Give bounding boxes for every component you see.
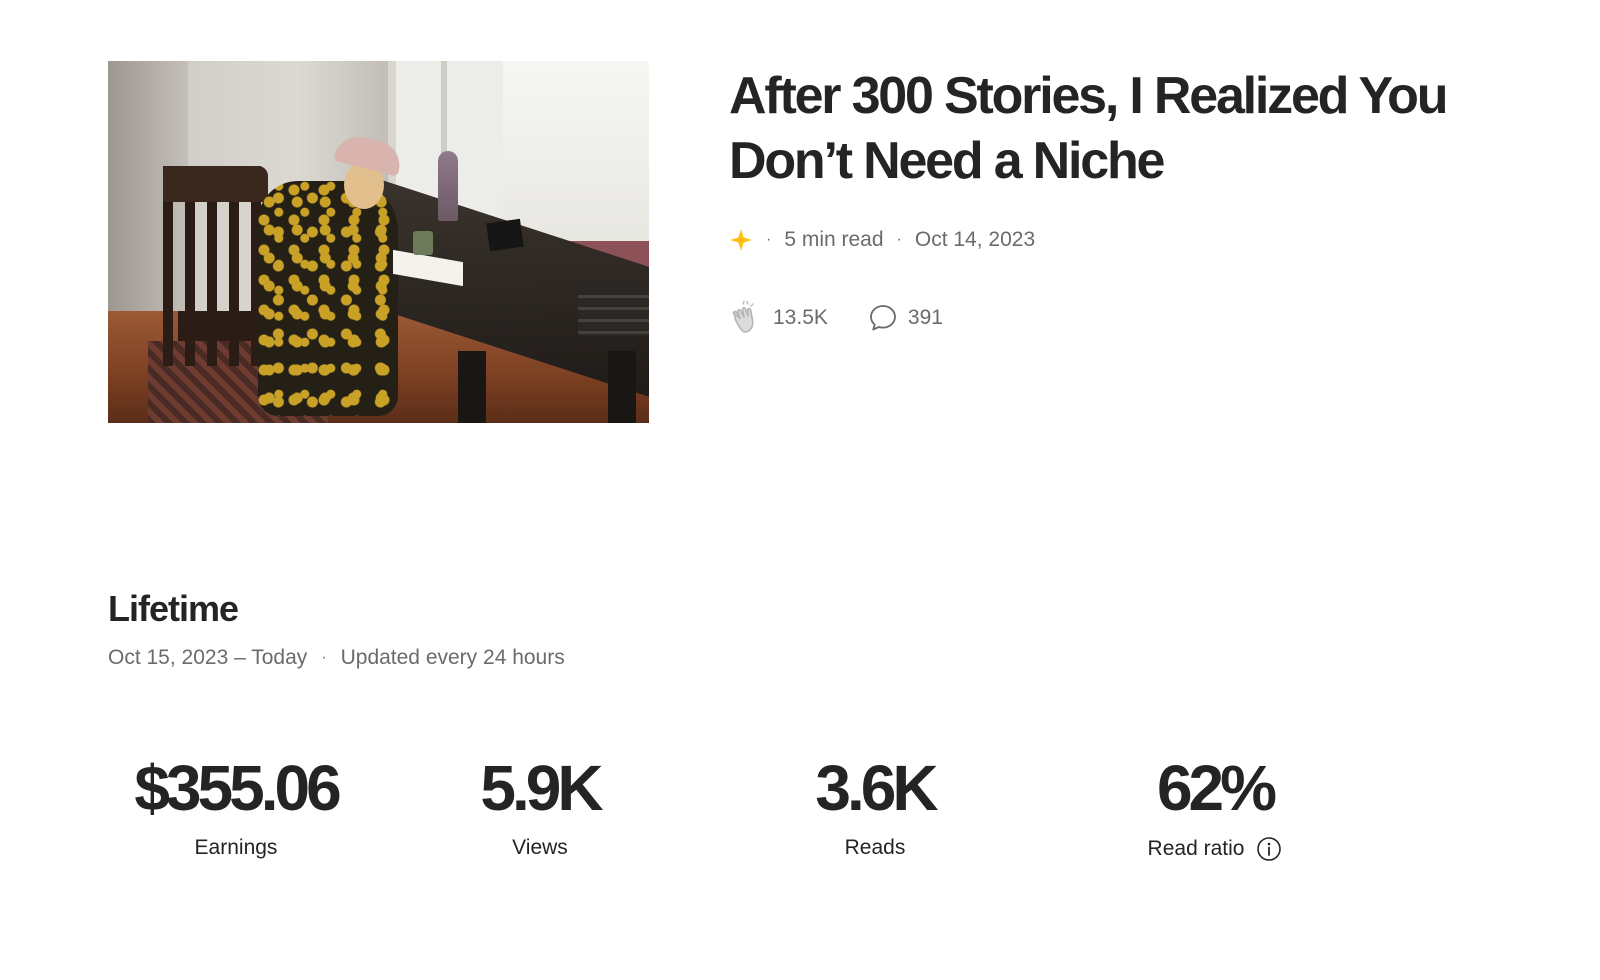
hero-window-bright: [503, 61, 649, 251]
hero-table-leg: [458, 351, 486, 423]
responses-button[interactable]: 391: [868, 303, 943, 333]
published-date: Oct 14, 2023: [914, 228, 1036, 251]
claps-count: 13.5K: [773, 306, 828, 329]
separator-dot: ·: [321, 649, 327, 666]
stat-read-ratio: 62% Read ratio: [1110, 752, 1320, 862]
claps-button[interactable]: 13.5K: [729, 300, 828, 336]
story-title[interactable]: After 300 Stories, I Realized You Don’t …: [729, 64, 1449, 194]
stat-label: Views: [440, 836, 640, 860]
hero-cup: [413, 231, 433, 255]
story-hero-image[interactable]: [108, 61, 649, 423]
story-meta: · 5 min read · Oct 14, 2023: [729, 226, 1035, 254]
info-icon[interactable]: [1256, 836, 1282, 862]
story-engagement: 13.5K 391: [729, 300, 943, 336]
stat-value: 3.6K: [815, 752, 938, 824]
stat-label-text: Views: [512, 836, 568, 859]
stat-views: 5.9K Views: [440, 752, 640, 860]
responses-count: 391: [907, 306, 943, 329]
speech-bubble-icon: [868, 303, 898, 333]
stat-value: 5.9K: [480, 752, 603, 824]
stat-earnings: $355.06 Earnings: [105, 752, 367, 860]
stat-label: Read ratio: [1110, 836, 1320, 862]
read-time: 5 min read: [784, 228, 884, 251]
lifetime-date-range: Oct 15, 2023 – Today: [108, 646, 308, 669]
hero-table-leg: [608, 351, 636, 423]
hero-books: [578, 286, 649, 336]
stat-label: Earnings: [105, 836, 367, 860]
stat-value: 62%: [1156, 752, 1277, 824]
stat-label-text: Reads: [844, 836, 906, 859]
separator-dot: ·: [766, 231, 772, 248]
lifetime-title: Lifetime: [108, 588, 239, 629]
lifetime-update-note: Updated every 24 hours: [340, 646, 565, 669]
hero-plant: [438, 151, 458, 221]
stat-label: Reads: [775, 836, 975, 860]
stat-reads: 3.6K Reads: [775, 752, 975, 860]
stat-label-text: Read ratio: [1147, 837, 1245, 860]
stat-value: $355.06: [134, 752, 341, 824]
lifetime-subtitle: Oct 15, 2023 – Today · Updated every 24 …: [108, 646, 565, 670]
hero-tablet: [486, 218, 524, 252]
star-icon: [729, 228, 753, 252]
hero-chair-top: [163, 166, 268, 202]
separator-dot: ·: [896, 231, 902, 248]
hero-person: [258, 181, 398, 416]
clap-icon: [729, 300, 763, 336]
stat-label-text: Earnings: [194, 836, 278, 859]
